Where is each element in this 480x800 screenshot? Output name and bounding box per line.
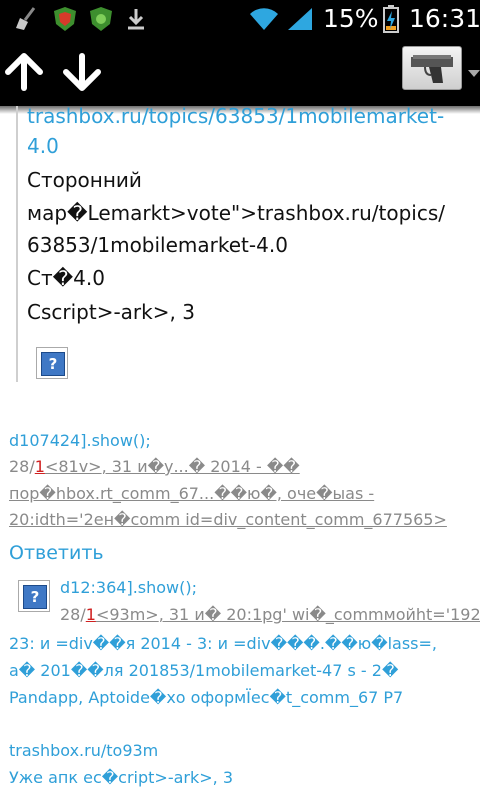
shield-green-icon <box>90 7 112 31</box>
comment1-line-4[interactable]: 20:idth='2ен�comm id=div_content_comm_67… <box>9 507 447 533</box>
signal-icon <box>288 8 312 30</box>
download-icon <box>128 9 144 30</box>
comment2-line-4: а� 201��ля 201853/1mobilemarket-47 s - 2… <box>9 661 399 680</box>
avatar-broken-image-icon: ? <box>18 580 50 612</box>
arrow-up-icon <box>5 53 43 91</box>
post-line-5: 63853/1mobilemarket-4.0 <box>27 233 288 257</box>
broken-image-icon[interactable]: ? <box>36 347 68 379</box>
status-bar: 15% 16:31 <box>0 0 480 38</box>
comment1-rating[interactable]: 1 <box>35 457 45 476</box>
comment2-line-6[interactable]: trashbox.ru/to93m <box>9 738 158 764</box>
post-line-4: мар�Lemarkt>vote">trashbox.ru/topics/ <box>27 201 446 225</box>
comment2-rating[interactable]: 1 <box>86 605 96 624</box>
battery-icon <box>383 5 399 33</box>
scroll-down-button[interactable] <box>58 48 106 96</box>
comment1-line-3[interactable]: пор�hbox.rt_comm_67...��ю�, оче�ыas - <box>9 481 374 507</box>
comment2-line-3: 23: и =div��я 2014 - 3: и =div���.��ю�la… <box>9 634 438 653</box>
comment1-line-2: 28/1<81v>, 31 и�у...� 2014 - �� <box>9 457 300 476</box>
post-line-7: Cscript>-ark>, 3 <box>27 300 195 324</box>
reply-button[interactable]: Ответить <box>9 542 104 564</box>
post-line-3: Сторонний <box>27 168 142 192</box>
comment2-line-1: d12:364].show(); <box>60 578 197 597</box>
wifi-icon <box>250 8 278 30</box>
broom-icon <box>16 7 36 30</box>
comment2-line-2: 28/1<93m>, 31 и� 20:1pg' wi�_commмойht='… <box>60 605 480 624</box>
toolbar <box>0 38 480 106</box>
dropdown-indicator-icon <box>468 70 480 77</box>
battery-percent: 15% <box>323 4 379 33</box>
comment2-line-7: Уже апк ес�cript>-ark>, 3 <box>9 768 233 787</box>
post-line-2[interactable]: 4.0 <box>27 130 59 163</box>
pistol-icon <box>411 55 453 83</box>
shield-red-icon <box>54 7 76 31</box>
quote-bar <box>16 106 18 382</box>
scroll-up-button[interactable] <box>0 48 48 96</box>
clock: 16:31 <box>409 4 480 33</box>
post-line-1[interactable]: trashbox.ru/topics/63853/1mobilemarket- <box>27 106 444 133</box>
comments-content: trashbox.ru/topics/63853/1mobilemarket- … <box>0 106 480 800</box>
comment1-line-1: d107424].show(); <box>9 431 151 450</box>
comment2-line-5: Pandapp, Aptoide�хо оформЇес�t_comm_67 P… <box>9 688 404 707</box>
post-line-6: Ст�4.0 <box>27 266 105 290</box>
arrow-down-icon <box>63 53 101 91</box>
menu-button[interactable] <box>402 46 462 90</box>
